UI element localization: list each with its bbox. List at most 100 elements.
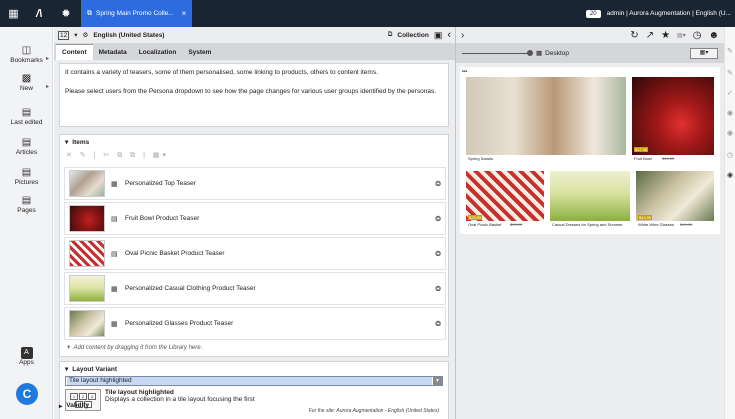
add-hint: Add content by dragging it from the Libr…: [73, 345, 203, 351]
chevron-down-icon[interactable]: ▾: [74, 31, 77, 39]
locale-label[interactable]: English (United States): [93, 32, 164, 39]
apps-grid-icon[interactable]: ▦: [0, 0, 27, 27]
last-edited-icon: ▤: [21, 107, 32, 118]
preview-tile[interactable]: $44.99 White Wine Glasses $49.99: [636, 171, 714, 231]
intro-text-field[interactable]: It contains a variety of teasers, some o…: [59, 63, 449, 127]
item-thumbnail: [69, 275, 105, 302]
studio-badge-icon[interactable]: C: [16, 383, 38, 405]
notification-badge[interactable]: 20: [585, 9, 601, 18]
grid-cell: 2: [79, 392, 87, 400]
preview-tile[interactable]: Spring Salads: [466, 77, 626, 165]
globe-icon: ❂: [435, 215, 441, 223]
refresh-icon[interactable]: ↻: [630, 30, 638, 41]
sidebar-item-pages[interactable]: ▤ Pages: [0, 195, 53, 214]
tab-document[interactable]: ⧉ Spring Main Promo Colle... ×: [81, 0, 193, 27]
apps-icon: A: [20, 347, 33, 359]
close-icon[interactable]: ×: [182, 9, 187, 18]
star-icon[interactable]: ★: [661, 30, 670, 41]
section-title: Items: [72, 138, 90, 146]
add-content-dropzone[interactable]: + Add content by dragging it from the Li…: [64, 342, 446, 354]
document-type-label: Collection: [397, 31, 429, 39]
pictures-icon: ▤: [21, 167, 32, 178]
plus-icon: +: [67, 345, 71, 351]
pen-icon[interactable]: ✎: [727, 69, 733, 77]
section-title: Layout Variant: [72, 365, 118, 373]
item-thumbnail: [69, 170, 105, 197]
version-indicator[interactable]: 12: [58, 30, 70, 40]
sidebar-item-bookmarks[interactable]: ◫ Bookmarks ▸: [0, 45, 53, 64]
list-item[interactable]: ▤ Oval Picnic Basket Product Teaser ❂: [64, 237, 446, 270]
globe-icon: ❂: [435, 180, 441, 188]
layout-select-value: Tile layout highlighted: [67, 377, 432, 385]
preview-page: ■■■ Spring Salads $17.98 Fruit Bowl $14.…: [460, 67, 720, 234]
list-item[interactable]: ▦ Personalized Casual Clothing Product T…: [64, 272, 446, 305]
layout-description: Displays a collection in a tile layout f…: [105, 396, 255, 403]
item-label: Personalized Top Teaser: [125, 180, 196, 187]
preview-tile[interactable]: Casual Dresses for Spring and Summer: [550, 171, 630, 231]
items-header[interactable]: ▾ Items: [60, 135, 448, 149]
grid-cell: 1: [70, 392, 78, 400]
layout-header[interactable]: ▾ Layout Variant: [60, 362, 448, 376]
tab-localization[interactable]: Localization: [133, 45, 183, 60]
sidebar-item-apps[interactable]: A Apps: [0, 347, 53, 366]
intro-line: Please select users from the Persona dro…: [65, 88, 437, 95]
approve-icon[interactable]: ▣: [434, 30, 443, 41]
globe-icon[interactable]: ◉: [727, 171, 733, 179]
document-panel: 12 ▾ ⚙ English (United States) ⧉ Collect…: [54, 27, 455, 419]
preview-date-icon[interactable]: ▤▾: [677, 32, 686, 39]
sidebar-item-articles[interactable]: ▤ Articles: [0, 137, 53, 156]
chevron-down-icon: ▾: [65, 139, 69, 146]
tile-image: [466, 171, 544, 221]
personalized-icon: ▦: [111, 285, 118, 293]
intro-line: It contains a variety of teasers, some o…: [65, 69, 378, 76]
tile-old-price: $14.99: [662, 156, 675, 161]
globe-icon[interactable]: ◉: [727, 109, 733, 117]
slider-knob[interactable]: [527, 49, 533, 56]
check-icon[interactable]: ✓: [727, 89, 733, 97]
sidebar-item-label: Articles: [15, 149, 38, 156]
sidebar-item-last-edited[interactable]: ▤ Last edited: [0, 107, 53, 126]
user-menu[interactable]: admin | Aurora Augmentation | English (U…: [607, 10, 735, 17]
tab-system[interactable]: System: [182, 45, 217, 60]
sidebar-item-new[interactable]: ▩ New ▸: [0, 73, 53, 92]
expand-icon[interactable]: ›: [461, 30, 464, 41]
chevron-right-icon: ▸: [59, 403, 63, 410]
chevron-down-icon[interactable]: ▼: [433, 377, 442, 385]
monitor-icon: ▩: [536, 50, 543, 57]
sidebar-item-pictures[interactable]: ▤ Pictures: [0, 167, 53, 186]
list-item[interactable]: ▦ Personalized Glasses Product Teaser ❂: [64, 307, 446, 340]
preview-mode-toggle[interactable]: ▦▾: [690, 47, 718, 59]
layout-select[interactable]: Tile layout highlighted ▼: [65, 376, 443, 386]
list-item[interactable]: ▤ Fruit Bowl Product Teaser ❂: [64, 202, 446, 235]
studio-logo-icon[interactable]: /\: [27, 8, 51, 20]
clock-icon[interactable]: ◷: [727, 151, 733, 159]
collapse-icon[interactable]: ‹: [447, 29, 451, 41]
device-bar: ▩ Desktop ▦▾: [456, 43, 724, 63]
clock-icon[interactable]: ◷: [693, 30, 702, 41]
zoom-slider[interactable]: [462, 49, 533, 56]
tab-content[interactable]: Content: [56, 44, 93, 60]
share-icon[interactable]: ↗: [646, 30, 654, 41]
list-item[interactable]: ▦ Personalized Top Teaser ❂: [64, 167, 446, 200]
person-icon[interactable]: ☻: [708, 30, 719, 41]
top-bar: ▦ /\ ✹ ⧉ Spring Main Promo Colle... × 20…: [0, 0, 735, 27]
preview-tile[interactable]: $29.99 Oval Picnic Basket $39.99: [466, 171, 544, 231]
globe-icon[interactable]: ◉: [727, 129, 733, 137]
device-label[interactable]: Desktop: [545, 50, 569, 57]
tile-image: [550, 171, 630, 221]
sun-icon[interactable]: ✹: [51, 7, 81, 20]
tile-old-price: $39.99: [510, 222, 523, 227]
document-icon: ▤: [111, 215, 118, 223]
section-title: Validity: [66, 402, 90, 409]
tile-caption: Spring Salads: [468, 156, 493, 161]
tab-metadata[interactable]: Metadata: [93, 45, 133, 60]
preview-tile[interactable]: $17.98 Fruit Bowl $14.99: [632, 77, 714, 165]
tile-caption: Casual Dresses for Spring and Summer: [552, 222, 623, 227]
personalized-icon: ▦: [111, 180, 118, 188]
item-label: Personalized Glasses Product Teaser: [125, 320, 234, 327]
pen-icon[interactable]: ✎: [727, 47, 733, 55]
grid-cell: 3: [88, 392, 96, 400]
item-label: Personalized Casual Clothing Product Tea…: [125, 285, 256, 292]
validity-header[interactable]: ▸ Validity: [59, 402, 89, 410]
globe-icon: ❂: [435, 320, 441, 328]
